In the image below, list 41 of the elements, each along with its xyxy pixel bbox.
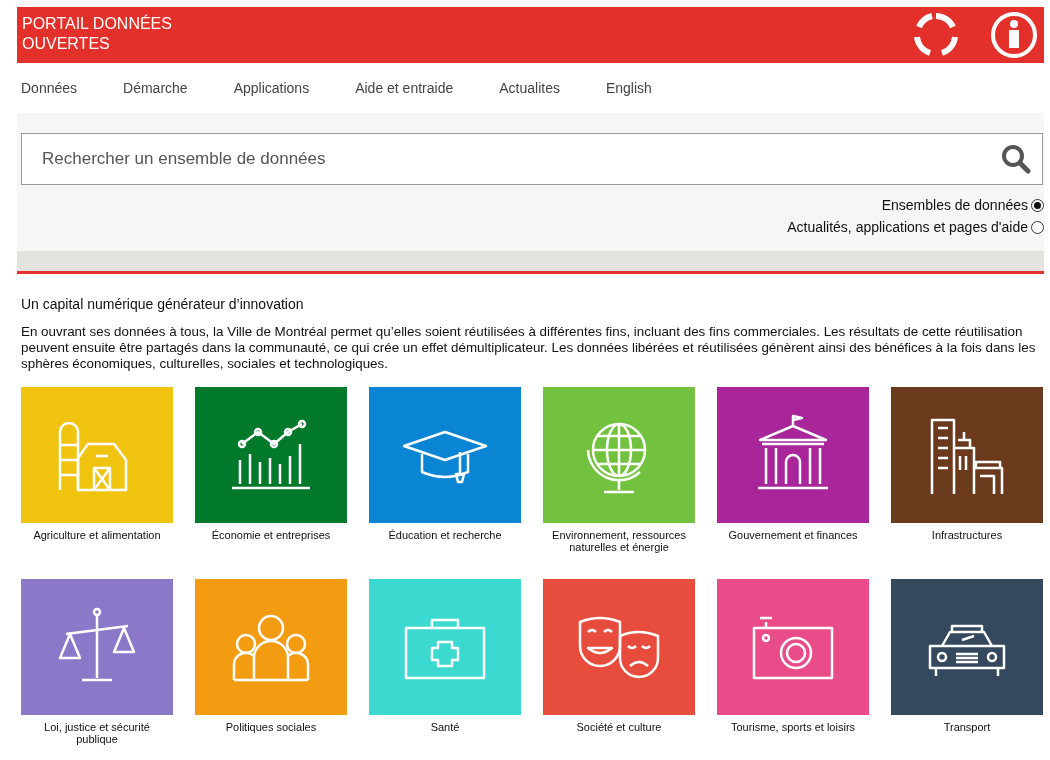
category-tile[interactable]	[717, 579, 869, 715]
radio-label: Ensembles de données	[881, 197, 1028, 213]
category-label: Gouvernement et finances	[727, 529, 859, 541]
site-title[interactable]: PORTAIL DONNÉES OUVERTES	[22, 14, 222, 54]
category-tile[interactable]	[21, 579, 173, 715]
category-tile[interactable]	[717, 387, 869, 523]
info-icon[interactable]	[990, 11, 1038, 59]
category-label: Santé	[429, 721, 461, 733]
radio-button[interactable]	[1031, 220, 1044, 234]
category-tile[interactable]	[195, 579, 347, 715]
radio-button[interactable]	[1031, 198, 1044, 212]
category-label: Éducation et recherche	[387, 529, 503, 541]
category-label: Environnement, ressources naturelles et énergie	[551, 529, 687, 553]
circle-logo-icon[interactable]	[912, 11, 960, 59]
search-field[interactable]: Rechercher un ensemble de données	[21, 133, 1043, 185]
category-tile[interactable]	[543, 579, 695, 715]
category-label: Tourisme, sports et loisirs	[729, 721, 857, 733]
category-label: Loi, justice et sécurité publique	[43, 721, 151, 745]
category-label: Politiques sociales	[224, 721, 318, 733]
category-label: Infrastructures	[930, 529, 1004, 541]
nav-link[interactable]: Actualites	[499, 80, 560, 96]
category-tile[interactable]	[369, 387, 521, 523]
category-label: Société et culture	[575, 721, 663, 733]
nav-link[interactable]: Applications	[233, 80, 310, 96]
section-heading: Un capital numérique générateur d’innovation	[21, 296, 305, 312]
category-tile[interactable]	[891, 387, 1043, 523]
nav-link[interactable]: Démarche	[123, 80, 188, 96]
nav-link[interactable]: Aide et entraide	[355, 80, 454, 96]
search-icon[interactable]	[1001, 144, 1031, 174]
radio-label: Actualités, applications et pages d'aide	[787, 219, 1028, 235]
category-label: Transport	[942, 721, 992, 733]
nav-link[interactable]: Données	[21, 80, 78, 96]
intro-paragraph: En ouvrant ses données à tous, la Ville de Montréal permet qu’elles soient réutilisées à différentes fins, incluant des fins commerciales. Les résultats de cette réutilisation peuvent ensuite être partagés dans la communauté, ce qui crée un effet démultiplicateur. Les données libérées et réutilisées génèrent ainsi des bénéfices à la fois dans les sphères économiques, culturelles, sociales et technologiques.	[21, 324, 1037, 372]
category-tile[interactable]	[21, 387, 173, 523]
nav-link[interactable]: English	[605, 80, 652, 96]
category-tile[interactable]	[195, 387, 347, 523]
category-label: Économie et entreprises	[210, 529, 332, 541]
category-tile[interactable]	[369, 579, 521, 715]
category-tile[interactable]	[543, 387, 695, 523]
category-label: Agriculture et alimentation	[32, 529, 162, 541]
category-tile[interactable]	[891, 579, 1043, 715]
